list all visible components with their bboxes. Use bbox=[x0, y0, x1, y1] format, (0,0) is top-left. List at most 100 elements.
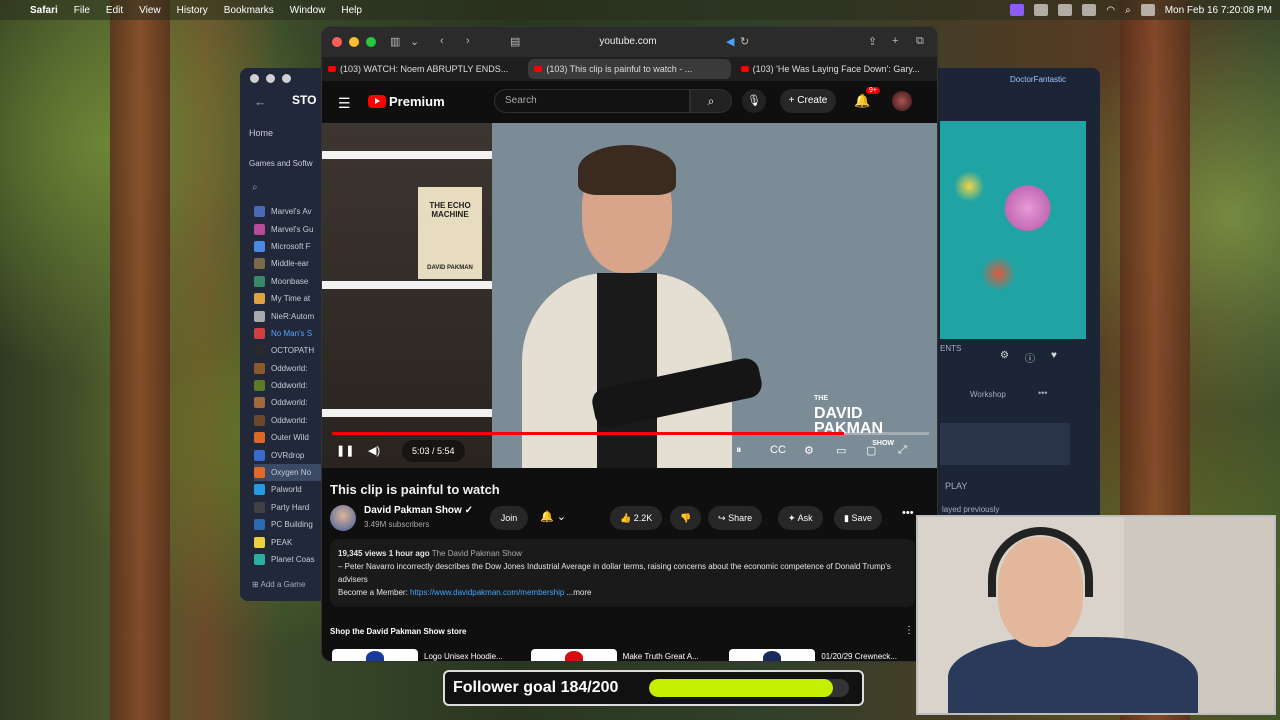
close-icon[interactable] bbox=[332, 37, 342, 47]
steam-game-item[interactable]: OCTOPATH bbox=[254, 342, 324, 359]
search-input[interactable]: Search bbox=[494, 89, 690, 113]
miniplayer-icon[interactable]: ▭ bbox=[836, 444, 846, 457]
steam-game-item[interactable]: Oddworld: bbox=[254, 394, 324, 411]
steam-game-item[interactable]: Oddworld: bbox=[254, 377, 324, 394]
microphone-button[interactable]: 🎙 bbox=[742, 89, 766, 113]
autoplay-toggle-icon[interactable]: ⏸ bbox=[736, 444, 742, 457]
menu-edit[interactable]: Edit bbox=[106, 5, 123, 16]
steam-game-item[interactable]: Middle-ear bbox=[254, 255, 324, 272]
channel-name[interactable]: David Pakman Show ✓ bbox=[364, 505, 473, 516]
product-card[interactable]: 01/20/29 Crewneck... bbox=[729, 649, 922, 661]
membership-link[interactable]: https://www.davidpakman.com/membership bbox=[410, 588, 564, 597]
sidebar-icon[interactable]: ▥ bbox=[390, 35, 400, 48]
steam-game-item[interactable]: Palworld bbox=[254, 481, 324, 498]
screen-record-icon[interactable] bbox=[1010, 4, 1025, 16]
join-button[interactable]: Join bbox=[490, 506, 528, 530]
minimize-icon[interactable] bbox=[349, 37, 359, 47]
menu-help[interactable]: Help bbox=[341, 5, 362, 16]
menu-clock[interactable]: Mon Feb 16 7:20:08 PM bbox=[1165, 5, 1272, 16]
product-card[interactable]: Logo Unisex Hoodie... bbox=[332, 649, 525, 661]
info-icon[interactable]: ⓘ bbox=[1025, 350, 1035, 365]
speaker-icon[interactable]: ◀ bbox=[726, 35, 734, 48]
save-button[interactable]: ▮ Save bbox=[834, 506, 882, 530]
steam-user-name[interactable]: DoctorFantastic bbox=[1010, 75, 1066, 84]
status-icon[interactable] bbox=[1058, 4, 1073, 16]
back-icon[interactable]: ‹ bbox=[440, 35, 444, 47]
steam-game-item[interactable]: Oddworld: bbox=[254, 412, 324, 429]
workshop-tab[interactable]: Workshop bbox=[970, 390, 1006, 399]
steam-games-filter[interactable]: Games and Softw bbox=[249, 159, 313, 168]
battery-icon[interactable] bbox=[1082, 4, 1097, 16]
search-button[interactable]: ⌕ bbox=[690, 89, 732, 113]
steam-home-link[interactable]: Home bbox=[249, 128, 273, 138]
menu-view[interactable]: View bbox=[139, 5, 161, 16]
menu-app-name[interactable]: Safari bbox=[30, 5, 58, 16]
captions-icon[interactable]: CC bbox=[770, 444, 786, 456]
volume-icon[interactable]: ◀) bbox=[368, 444, 380, 457]
cast-icon[interactable]: ▢ bbox=[866, 444, 876, 457]
avatar[interactable] bbox=[892, 91, 912, 111]
share-button[interactable]: ↪ Share bbox=[708, 506, 763, 530]
minimize-icon[interactable] bbox=[266, 74, 275, 83]
tab-noem[interactable]: (103) WATCH: Noem ABRUPTLY ENDS... bbox=[322, 57, 524, 81]
steam-game-item[interactable]: No Man's S bbox=[254, 325, 324, 342]
menu-bookmarks[interactable]: Bookmarks bbox=[224, 5, 274, 16]
status-icon[interactable] bbox=[1034, 4, 1049, 16]
steam-game-item[interactable]: OVRdrop bbox=[254, 446, 324, 463]
video-player[interactable]: THE ECHO MACHINE DAVID PAKMAN THE DAVID … bbox=[322, 123, 937, 468]
tab-active-video[interactable]: (103) This clip is painful to watch - ..… bbox=[528, 59, 731, 79]
subscribe-bell-icon[interactable]: 🔔 ⌄ bbox=[540, 510, 566, 523]
new-tab-icon[interactable]: + bbox=[892, 35, 898, 47]
menu-file[interactable]: File bbox=[74, 5, 90, 16]
more-options-icon[interactable]: ••• bbox=[1038, 388, 1047, 398]
create-button[interactable]: + Create bbox=[780, 89, 836, 113]
wifi-icon[interactable]: ◠ bbox=[1106, 5, 1115, 16]
gear-icon[interactable]: ⚙ bbox=[1000, 350, 1009, 365]
heart-icon[interactable]: ♥ bbox=[1051, 350, 1057, 365]
description-tag[interactable]: The David Pakman Show bbox=[432, 549, 522, 558]
steam-game-item[interactable]: Outer Wild bbox=[254, 429, 324, 446]
show-more-link[interactable]: ...more bbox=[567, 588, 592, 597]
share-icon[interactable]: ⇪ bbox=[868, 35, 877, 48]
steam-game-item[interactable]: Oddworld: bbox=[254, 360, 324, 377]
steam-store-tab[interactable]: STO bbox=[292, 93, 316, 107]
hamburger-menu-icon[interactable]: ☰ bbox=[338, 95, 351, 112]
steam-game-item[interactable]: Microsoft F bbox=[254, 238, 324, 255]
steam-game-item[interactable]: PC Building bbox=[254, 516, 324, 533]
address-bar[interactable]: youtube.com bbox=[508, 32, 748, 52]
control-center-icon[interactable] bbox=[1140, 4, 1155, 16]
more-vertical-icon[interactable]: ⋮ bbox=[904, 625, 914, 636]
notifications-bell-icon[interactable]: 🔔 bbox=[854, 93, 870, 109]
video-progress-bar[interactable] bbox=[332, 432, 929, 435]
steam-game-item[interactable]: Marvel's Gu bbox=[254, 220, 324, 237]
youtube-logo[interactable]: Premium bbox=[368, 94, 445, 109]
menu-window[interactable]: Window bbox=[290, 5, 326, 16]
steam-game-item[interactable]: NieR:Autom bbox=[254, 307, 324, 324]
pause-icon[interactable]: ❚❚ bbox=[336, 444, 354, 457]
search-icon[interactable]: ⌕ bbox=[1125, 5, 1131, 16]
steam-game-item[interactable]: Marvel's Av bbox=[254, 203, 324, 220]
zoom-icon[interactable] bbox=[282, 74, 291, 83]
video-description[interactable]: 19,345 views 1 hour ago The David Pakman… bbox=[330, 539, 915, 607]
search-icon[interactable]: ⌕ bbox=[252, 182, 258, 193]
zoom-icon[interactable] bbox=[366, 37, 376, 47]
steam-game-item[interactable]: PEAK bbox=[254, 533, 324, 550]
more-actions-icon[interactable]: ••• bbox=[902, 507, 914, 519]
channel-avatar[interactable] bbox=[330, 505, 356, 531]
fullscreen-icon[interactable]: ⤢ bbox=[898, 444, 907, 457]
steam-game-item[interactable]: Planet Coas bbox=[254, 551, 324, 568]
steam-game-item[interactable]: Moonbase bbox=[254, 273, 324, 290]
dislike-button[interactable]: 👎 bbox=[670, 506, 702, 530]
menu-history[interactable]: History bbox=[177, 5, 208, 16]
tab-overview-icon[interactable]: ⧉ bbox=[916, 35, 924, 48]
add-game-button[interactable]: ⊞ Add a Game bbox=[252, 580, 305, 589]
tab-gary[interactable]: (103) 'He Was Laying Face Down': Gary... bbox=[735, 57, 937, 81]
back-arrow-icon[interactable]: ← bbox=[254, 94, 267, 109]
steam-game-item[interactable]: Party Hard bbox=[254, 499, 324, 516]
forward-icon[interactable]: › bbox=[466, 35, 470, 47]
ask-button[interactable]: ✦ Ask bbox=[778, 506, 823, 530]
steam-game-item[interactable]: My Time at bbox=[254, 290, 324, 307]
reload-icon[interactable]: ↻ bbox=[740, 35, 749, 48]
product-card[interactable]: Make Truth Great A... bbox=[530, 649, 724, 661]
gear-icon[interactable]: ⚙ bbox=[804, 444, 814, 457]
